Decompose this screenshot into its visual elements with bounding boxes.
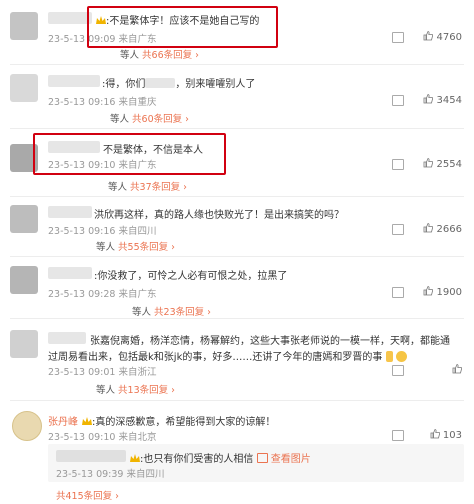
like-count[interactable] <box>452 364 462 376</box>
reply-icon[interactable] <box>392 32 404 43</box>
avatar[interactable] <box>12 411 42 441</box>
comment-text: 张嘉倪离婚，杨洋恋情，杨幂解约，这些大事张老师说的一模一样，天啊，都能通 <box>90 336 450 347</box>
comment-text: :你没救了，可怜之人必有可恨之处，拉黑了 <box>94 271 288 282</box>
like-count[interactable]: 1900 <box>423 286 462 298</box>
comment-item: :不是繁体字！应该不是她自己写的 23-5-13 09:09 来自广东 4760… <box>0 0 474 62</box>
comment-text: :真的深感歉意，希望能得到大家的谅解！ <box>82 413 275 428</box>
username-blurred[interactable] <box>48 267 92 279</box>
comment-item: :得，你们 ，别来嚯嚯别人了 23-5-13 09:16 来自重庆 3454 等人… <box>0 64 474 128</box>
view-picture-link[interactable]: 查看图片 <box>256 453 311 465</box>
reply-icon[interactable] <box>392 95 404 106</box>
reply-icon[interactable] <box>392 159 404 170</box>
thumb-up-icon <box>423 223 434 233</box>
username[interactable]: 张丹峰 <box>48 413 78 428</box>
avatar[interactable] <box>10 205 38 233</box>
like-count[interactable]: 2666 <box>423 223 462 235</box>
reply-summary[interactable]: 等人 共66条回复 › <box>120 47 199 61</box>
reply-icon[interactable] <box>392 224 404 235</box>
username-blurred[interactable] <box>48 75 100 87</box>
avatar[interactable] <box>10 12 38 40</box>
avatar[interactable] <box>10 330 38 358</box>
comment-meta: 23-5-13 09:28 来自广东 <box>48 289 157 300</box>
reply-icon[interactable] <box>392 365 404 376</box>
reply-summary[interactable]: 共415条回复 › <box>56 488 119 502</box>
username-blurred[interactable] <box>48 12 92 24</box>
reply-summary[interactable]: 等人 共13条回复 › <box>96 382 175 396</box>
candle-emoji-icon <box>385 351 393 362</box>
like-count[interactable]: 103 <box>430 429 462 441</box>
avatar[interactable] <box>10 74 38 102</box>
like-count[interactable]: 4760 <box>423 31 462 43</box>
username-blurred[interactable] <box>56 450 126 462</box>
comment-item: 张丹峰 :真的深感歉意，希望能得到大家的谅解！ 23-5-13 09:10 来自… <box>0 400 474 504</box>
thumb-up-icon <box>423 94 434 104</box>
reply-summary[interactable]: 等人 共55条回复 › <box>96 239 175 253</box>
comment-meta: 23-5-13 09:16 来自重庆 <box>48 97 157 108</box>
subreply-meta: 23-5-13 09:39 来自四川 <box>56 469 165 480</box>
comment-item: :你没救了，可怜之人必有可恨之处，拉黑了 23-5-13 09:28 来自广东 … <box>0 256 474 318</box>
sub-reply: :也只有你们受害的人相信 查看图片 23-5-13 09:39 来自四川 <box>48 444 464 482</box>
comment-text-line2: 过周易看出来，包括最k和张jk的事，好多……还讲了今年的唐嫣和罗晋的事 <box>48 348 407 363</box>
reply-summary[interactable]: 等人 共37条回复 › <box>108 179 187 193</box>
thumb-up-icon <box>423 286 434 296</box>
comment-meta: 23-5-13 09:10 来自北京 <box>48 432 157 443</box>
like-count[interactable]: 2554 <box>423 158 462 170</box>
avatar[interactable] <box>10 266 38 294</box>
crown-icon <box>82 417 92 425</box>
comment-item: 张嘉倪离婚，杨洋恋情，杨幂解约，这些大事张老师说的一模一样，天啊，都能通 过周易… <box>0 318 474 400</box>
smile-emoji-icon <box>395 351 407 362</box>
thumb-up-icon <box>423 158 434 168</box>
reply-summary[interactable]: 等人 共60条回复 › <box>110 111 189 125</box>
crown-icon <box>130 454 140 462</box>
picture-icon <box>256 453 268 463</box>
reply-summary[interactable]: 等人 共23条回复 › <box>132 304 211 318</box>
username-blurred[interactable] <box>48 332 86 344</box>
comment-meta: 23-5-13 09:01 来自浙江 <box>48 367 157 378</box>
thumb-up-icon <box>430 429 440 439</box>
reply-icon[interactable] <box>392 287 404 298</box>
thumb-up-icon <box>452 364 462 374</box>
subreply-text: :也只有你们受害的人相信 查看图片 <box>130 450 311 465</box>
like-count[interactable]: 3454 <box>423 94 462 106</box>
comment-text: :得，你们 ，别来嚯嚯别人了 <box>102 78 256 90</box>
thumb-up-icon <box>423 31 434 41</box>
username-blurred[interactable] <box>48 206 92 218</box>
comment-item: 洪欣再这样，真的路人缘也快败光了！是出来搞笑的吗？ 23-5-13 09:16 … <box>0 196 474 256</box>
comment-meta: 23-5-13 09:16 来自四川 <box>48 226 157 237</box>
reply-icon[interactable] <box>392 430 404 441</box>
highlight-box <box>87 6 278 48</box>
comment-text: 洪欣再这样，真的路人缘也快败光了！是出来搞笑的吗？ <box>94 210 344 221</box>
comment-item: 不是繁体，不信是本人 23-5-13 09:10 来自广东 2554 等人 共3… <box>0 128 474 196</box>
highlight-box <box>33 133 226 175</box>
